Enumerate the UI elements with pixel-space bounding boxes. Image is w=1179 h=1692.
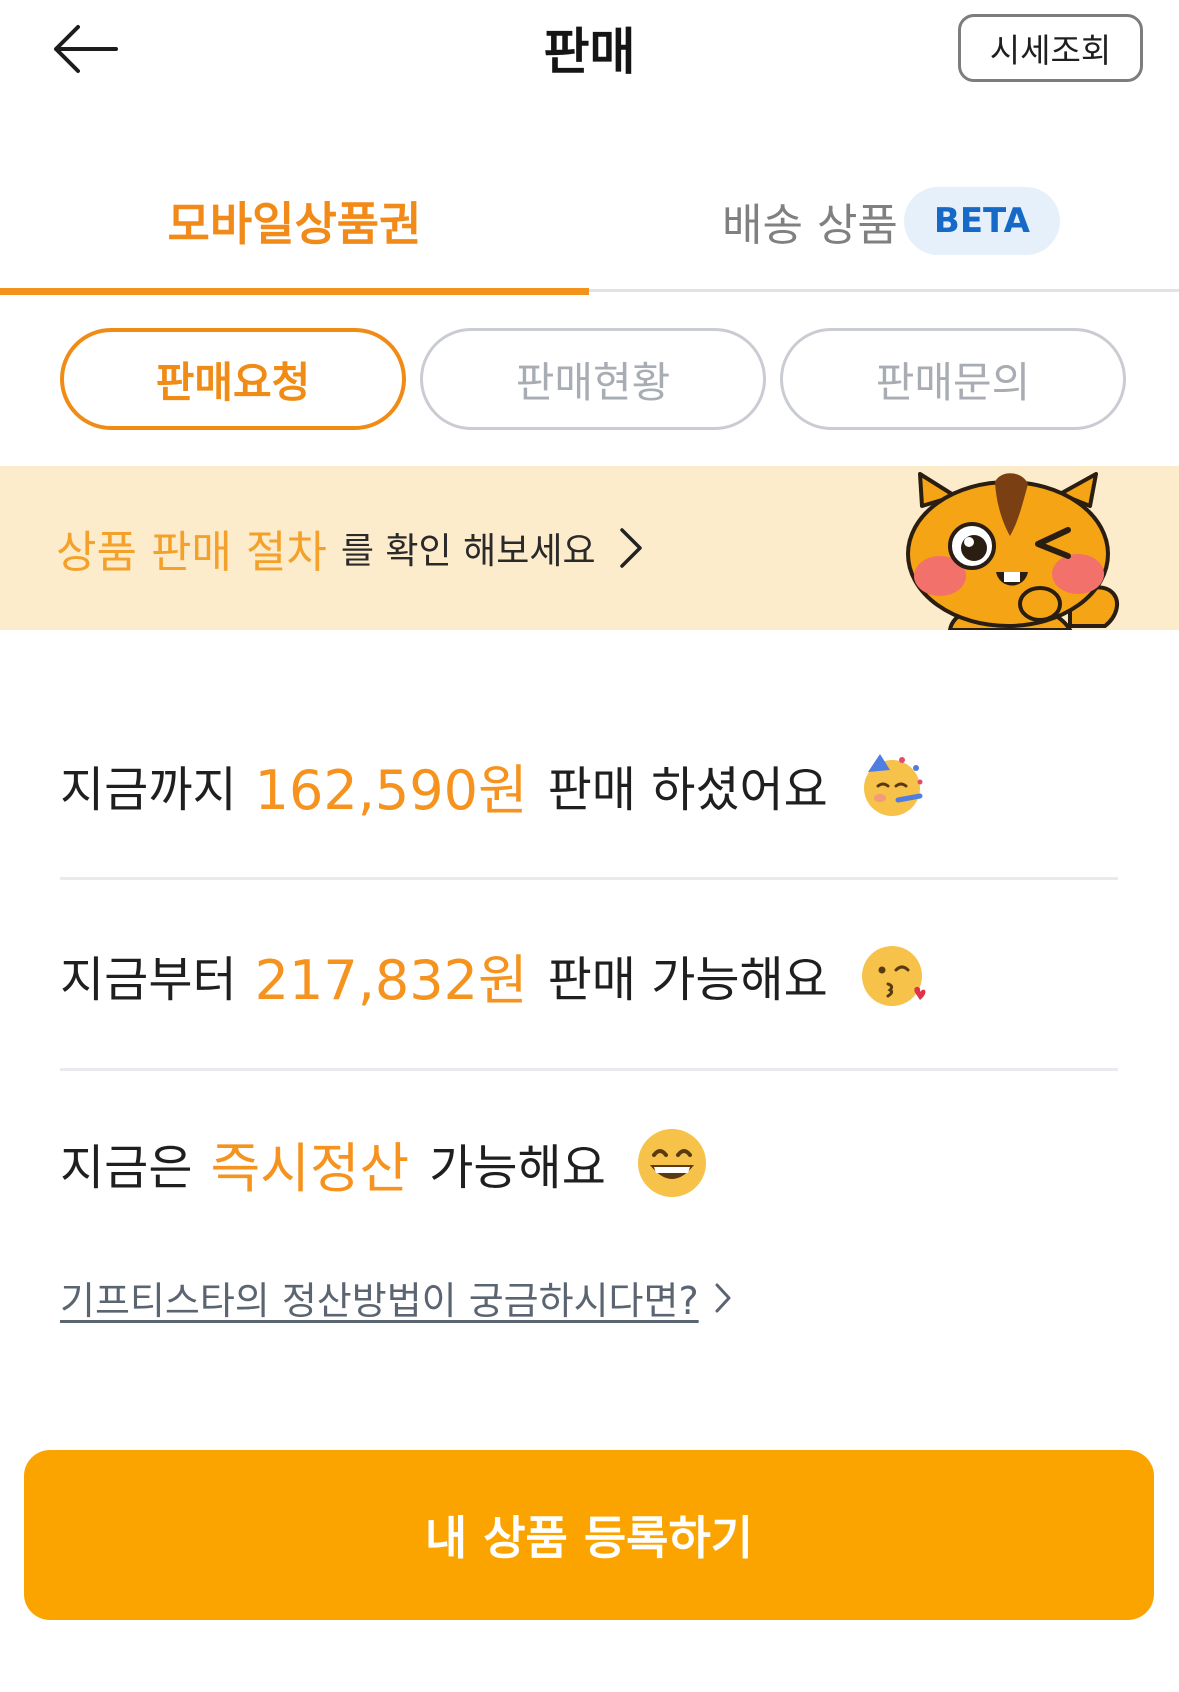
subtab-sell-inquiry[interactable]: 판매문의 [780,328,1126,430]
instant-suffix: 가능해요 [429,1140,606,1196]
register-product-button[interactable]: 내 상품 등록하기 [24,1450,1154,1620]
sold-amount-row: 지금까지 162,590원 판매 하셨어요 [60,735,1118,835]
top-bar: 판매 시세조회 [0,0,1179,100]
instant-settle-row: 지금은 즉시정산 가능해요 [60,1113,1118,1213]
beta-badge: BETA [903,187,1060,255]
available-prefix: 지금부터 [60,952,237,1008]
active-tab-indicator [0,288,589,295]
instant-settle-label: 즉시정산 [210,1136,410,1200]
tab-mobile-giftcard[interactable]: 모바일상품권 [0,150,589,295]
tab-label: 모바일상품권 [167,197,422,251]
available-amount-row: 지금부터 217,832원 판매 가능해요 [60,925,1118,1025]
subtab-sell-status[interactable]: 판매현황 [420,328,766,430]
sell-guide-banner[interactable]: 상품 판매 절차 를 확인 해보세요 [0,466,1179,630]
settlement-info-link[interactable]: 기프티스타의 정산방법이 궁금하시다면? [60,1270,733,1325]
guide-highlight: 상품 판매 절차 [56,527,327,578]
chevron-right-icon [618,526,644,570]
subtab-sell-request[interactable]: 판매요청 [60,328,406,430]
guide-text: 상품 판매 절차 를 확인 해보세요 [56,466,644,630]
back-button[interactable] [40,14,130,84]
sell-subtabs: 판매요청 판매현황 판매문의 [0,328,1179,432]
available-suffix: 판매 가능해요 [547,952,828,1008]
mascot-squirrel [906,472,1120,630]
sold-amount: 162,590원 [254,758,528,822]
tab-label: 배송 상품 [722,200,898,251]
sold-prefix: 지금까지 [60,762,237,818]
settlement-link-text: 기프티스타의 정산방법이 궁금하시다면? [60,1279,699,1323]
available-amount: 217,832원 [254,948,528,1012]
party-face-emoji [858,750,928,820]
divider [60,877,1118,880]
back-arrow-icon [54,25,118,73]
guide-label: 를 확인 해보세요 [340,531,596,572]
grinning-face-emoji [636,1127,708,1199]
chevron-right-icon [713,1281,733,1315]
sold-suffix: 판매 하셨어요 [547,762,828,818]
price-check-button[interactable]: 시세조회 [958,14,1143,82]
kissing-face-emoji [858,940,928,1010]
category-tabs: 모바일상품권 배송 상품 BETA [0,150,1179,295]
tab-delivery-products[interactable]: 배송 상품 BETA [640,150,1120,292]
instant-prefix: 지금은 [60,1140,193,1196]
divider [60,1068,1118,1071]
